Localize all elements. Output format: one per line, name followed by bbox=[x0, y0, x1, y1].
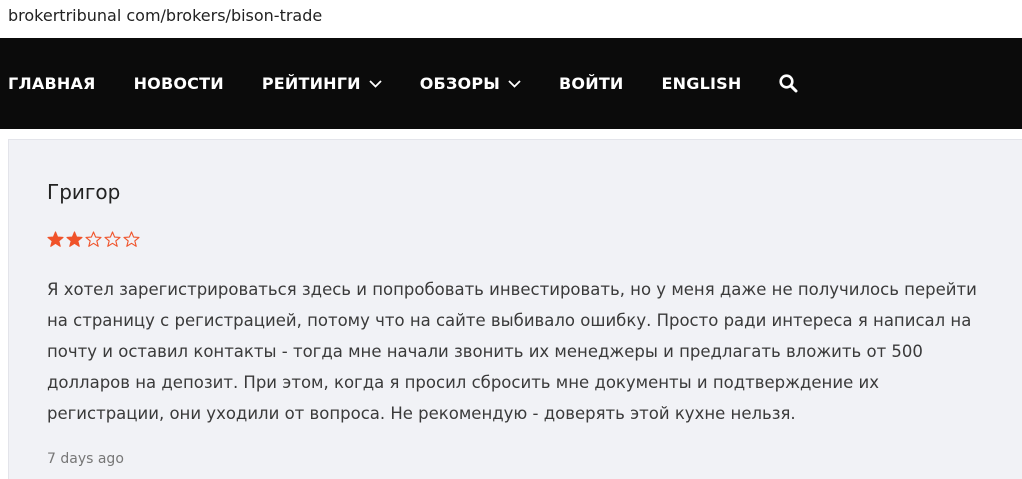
star-empty-icon bbox=[104, 231, 121, 248]
nav-item-news[interactable]: НОВОСТИ bbox=[134, 74, 224, 93]
chevron-down-icon bbox=[369, 79, 382, 88]
star-rating bbox=[47, 231, 142, 248]
search-icon[interactable] bbox=[779, 74, 798, 93]
main-navigation: ГЛАВНАЯ НОВОСТИ РЕЙТИНГИ ОБЗОРЫ ВОЙТИ EN… bbox=[0, 38, 1022, 129]
nav-item-reviews[interactable]: ОБЗОРЫ bbox=[420, 74, 521, 93]
star-empty-icon bbox=[85, 231, 102, 248]
nav-item-label: РЕЙТИНГИ bbox=[261, 74, 361, 93]
star-filled-icon bbox=[47, 231, 64, 248]
nav-item-home[interactable]: ГЛАВНАЯ bbox=[8, 74, 96, 93]
url-text: brokertribunal com/brokers/bison-trade bbox=[8, 6, 323, 25]
nav-item-login[interactable]: ВОЙТИ bbox=[559, 74, 624, 93]
address-bar[interactable]: brokertribunal com/brokers/bison-trade bbox=[0, 0, 1022, 38]
nav-item-ratings[interactable]: РЕЙТИНГИ bbox=[262, 74, 382, 93]
chevron-down-icon bbox=[508, 79, 521, 88]
review-date: 7 days ago bbox=[47, 451, 124, 467]
review-text: Я хотел зарегистрироваться здесь и попро… bbox=[47, 280, 977, 423]
star-filled-icon bbox=[66, 231, 83, 248]
review-card: Григор Я хотел зарегистрироваться здесь … bbox=[8, 139, 1022, 479]
nav-item-label: ВОЙТИ bbox=[559, 74, 624, 93]
nav-item-label: ENGLISH bbox=[661, 74, 742, 93]
star-empty-icon bbox=[123, 231, 140, 248]
review-author: Григор bbox=[47, 180, 121, 204]
nav-item-english[interactable]: ENGLISH bbox=[662, 74, 742, 93]
nav-item-label: ГЛАВНАЯ bbox=[8, 74, 96, 93]
nav-item-label: НОВОСТИ bbox=[133, 74, 224, 93]
nav-item-label: ОБЗОРЫ bbox=[419, 74, 501, 93]
